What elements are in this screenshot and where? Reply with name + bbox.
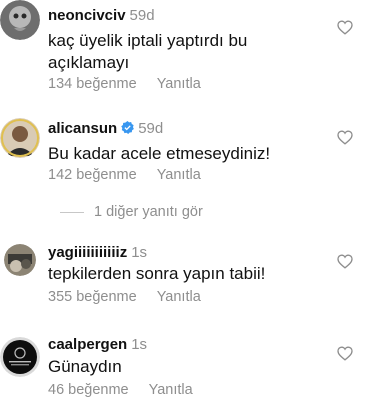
heart-outline-icon[interactable] [337,130,353,145]
like-count[interactable]: 134 beğenme [48,76,137,92]
comment-text-line-1: kaç üyelik iptali yaptırdı bu [48,31,248,50]
comment-text: kaç üyelik iptali yaptırdı bu açıklamayı [48,30,247,74]
reply-button[interactable]: Yanıtla [157,76,201,92]
username[interactable]: yagiiiiiiiiiiiz [48,244,127,261]
username[interactable]: caalpergen [48,336,127,353]
reply-button[interactable]: Yanıtla [157,289,201,305]
heart-outline-icon[interactable] [337,346,353,361]
comment-text: Bu kadar acele etmeseydiniz! [48,144,271,163]
like-count[interactable]: 142 beğenme [48,167,137,183]
reply-button[interactable]: Yanıtla [157,167,201,183]
verified-badge-icon [121,121,135,134]
heart-outline-icon[interactable] [337,254,353,269]
view-more-replies[interactable]: 1 diğer yanıtı gör [60,204,203,224]
like-count[interactable]: 355 beğenme [48,289,137,305]
username[interactable]: alicansun [48,120,117,137]
view-more-replies-label: 1 diğer yanıtı gör [94,204,203,220]
reply-button[interactable]: Yanıtla [149,382,193,398]
timestamp: 1s [131,336,148,353]
heart-outline-icon[interactable] [337,20,353,35]
like-count[interactable]: 46 beğenme [48,382,129,398]
reply-divider-line [60,211,84,213]
avatar[interactable] [0,337,40,377]
timestamp: 1s [131,244,148,261]
timestamp: 59d [138,120,164,137]
username[interactable]: neoncivciv [48,7,126,24]
avatar[interactable] [0,0,40,40]
timestamp: 59d [129,7,155,24]
comment-text-line-2: açıklamayı [48,53,130,72]
comment-text: Günaydın [48,357,122,376]
comment-text: tepkilerden sonra yapın tabii! [48,264,266,283]
avatar[interactable] [0,118,40,158]
avatar[interactable] [4,244,36,276]
